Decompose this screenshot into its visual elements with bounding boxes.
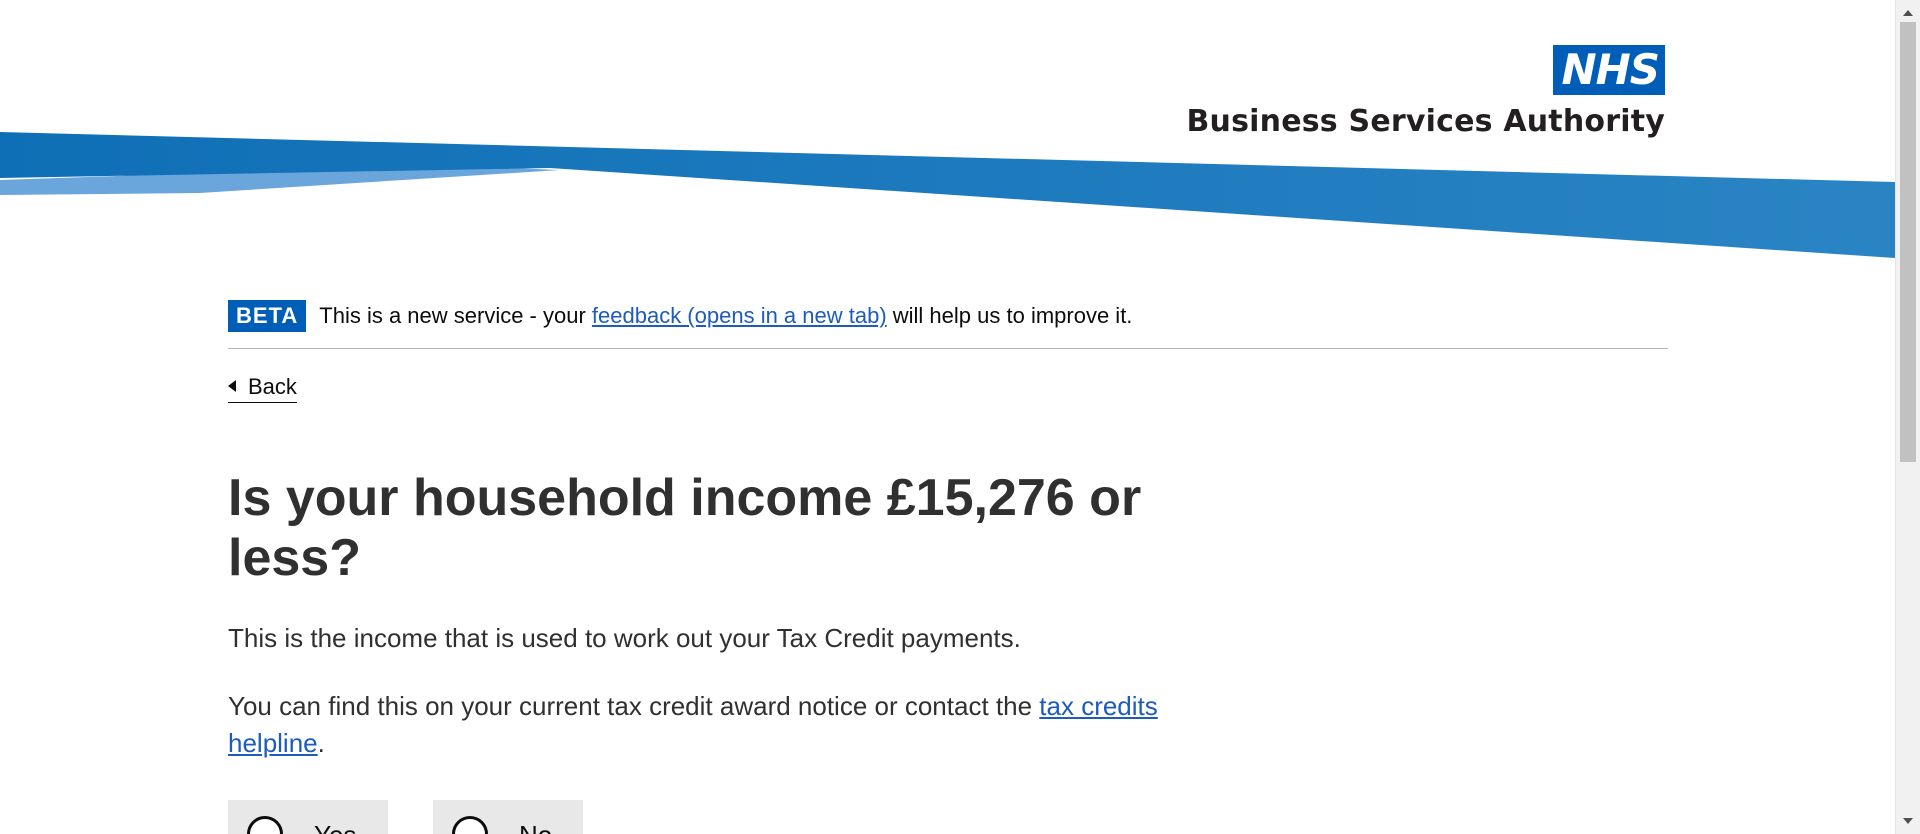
back-link[interactable]: Back — [228, 372, 297, 403]
phase-banner-text: This is a new service - your feedback (o… — [319, 300, 1132, 332]
content-area: NHS Business Services Authority BETA Thi… — [0, 0, 1895, 834]
scroll-down-arrow-icon[interactable] — [1903, 818, 1913, 824]
page: NHS Business Services Authority BETA Thi… — [0, 0, 1920, 834]
hint-paragraph-2-text: You can find this on your current tax cr… — [228, 691, 1040, 721]
nhs-logo: NHS — [1553, 45, 1665, 95]
phase-text-before: This is a new service - your — [319, 303, 592, 328]
dark-blue-band — [0, 132, 1895, 258]
chevron-left-icon — [228, 380, 236, 392]
radio-circle-icon[interactable] — [452, 816, 488, 834]
radio-option-yes[interactable]: Yes — [228, 800, 388, 834]
radio-label-yes: Yes — [314, 820, 356, 834]
phase-banner: BETA This is a new service - your feedba… — [228, 300, 1668, 349]
phase-text-after: will help us to improve it. — [886, 303, 1133, 328]
scroll-up-arrow-icon[interactable] — [1903, 10, 1913, 16]
back-link-label: Back — [248, 374, 297, 399]
scrollbar-thumb[interactable] — [1900, 22, 1916, 462]
radio-circle-icon[interactable] — [247, 816, 283, 834]
hint-paragraph-2-end: . — [317, 728, 325, 758]
hint-paragraph-1: This is the income that is used to work … — [228, 623, 1021, 653]
page-title: Is your household income £15,276 or less… — [228, 469, 1142, 587]
hint-paragraph-2: You can find this on your current tax cr… — [228, 688, 1178, 762]
nhsbsa-logo[interactable]: NHS Business Services Authority — [1186, 45, 1665, 139]
org-name: Business Services Authority — [1186, 104, 1665, 139]
feedback-link[interactable]: feedback (opens in a new tab) — [592, 303, 887, 328]
radio-label-no: No — [519, 820, 552, 834]
beta-tag: BETA — [228, 300, 307, 332]
radio-option-no[interactable]: No — [433, 800, 583, 834]
vertical-scrollbar[interactable] — [1895, 0, 1920, 834]
